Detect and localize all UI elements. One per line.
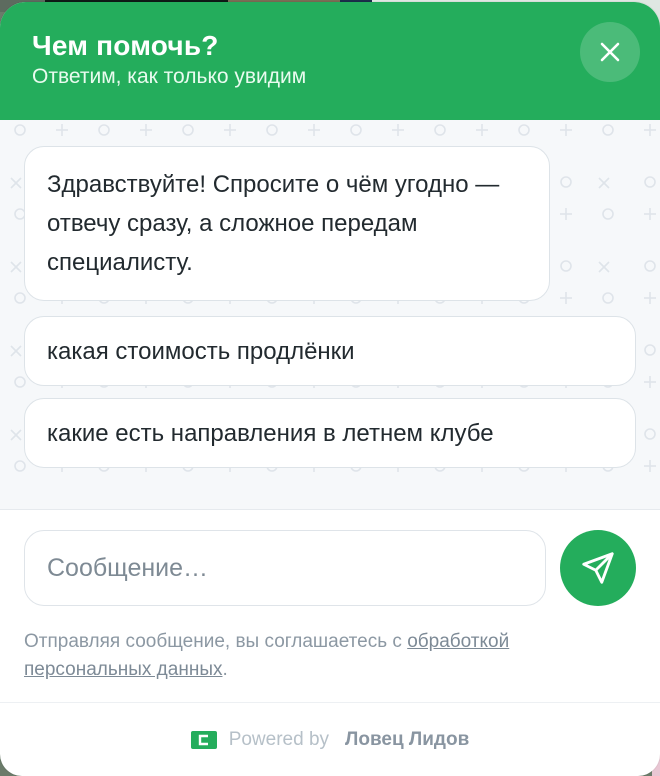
composer: Отправляя сообщение, вы соглашаетесь с о… [0, 510, 660, 700]
quick-reply-price[interactable]: какая стоимость продлёнки [24, 316, 636, 386]
chat-widget: Чем помочь? Ответим, как только увидим З… [0, 2, 660, 776]
chat-title: Чем помочь? [32, 30, 219, 61]
powered-by-footer[interactable]: Powered by Ловец Лидов [0, 702, 660, 776]
message-input[interactable] [24, 530, 546, 606]
quick-reply-summer-club[interactable]: какие есть направления в летнем клубе [24, 398, 636, 468]
brand-name: Ловец Лидов [345, 728, 470, 750]
send-button[interactable] [560, 530, 636, 606]
consent-text: Отправляя сообщение, вы соглашаетесь с о… [24, 628, 636, 684]
chat-header: Чем помочь? Ответим, как только увидим [0, 2, 660, 120]
close-icon [600, 42, 620, 62]
consent-suffix: . [222, 659, 228, 680]
leadhunter-logo-icon [190, 730, 217, 749]
close-button[interactable] [580, 22, 640, 82]
bot-message: Здравствуйте! Спросите о чём угодно — от… [24, 146, 550, 301]
consent-prefix: Отправляя сообщение, вы соглашаетесь с [24, 631, 408, 652]
quick-reply-label: какие есть направления в летнем клубе [47, 419, 494, 447]
send-icon [582, 552, 614, 584]
chat-subtitle: Ответим, как только увидим [32, 65, 307, 88]
message-list: Здравствуйте! Спросите о чём угодно — от… [0, 120, 660, 510]
powered-by-label: Powered by [228, 728, 330, 750]
quick-reply-label: какая стоимость продлёнки [47, 337, 355, 365]
